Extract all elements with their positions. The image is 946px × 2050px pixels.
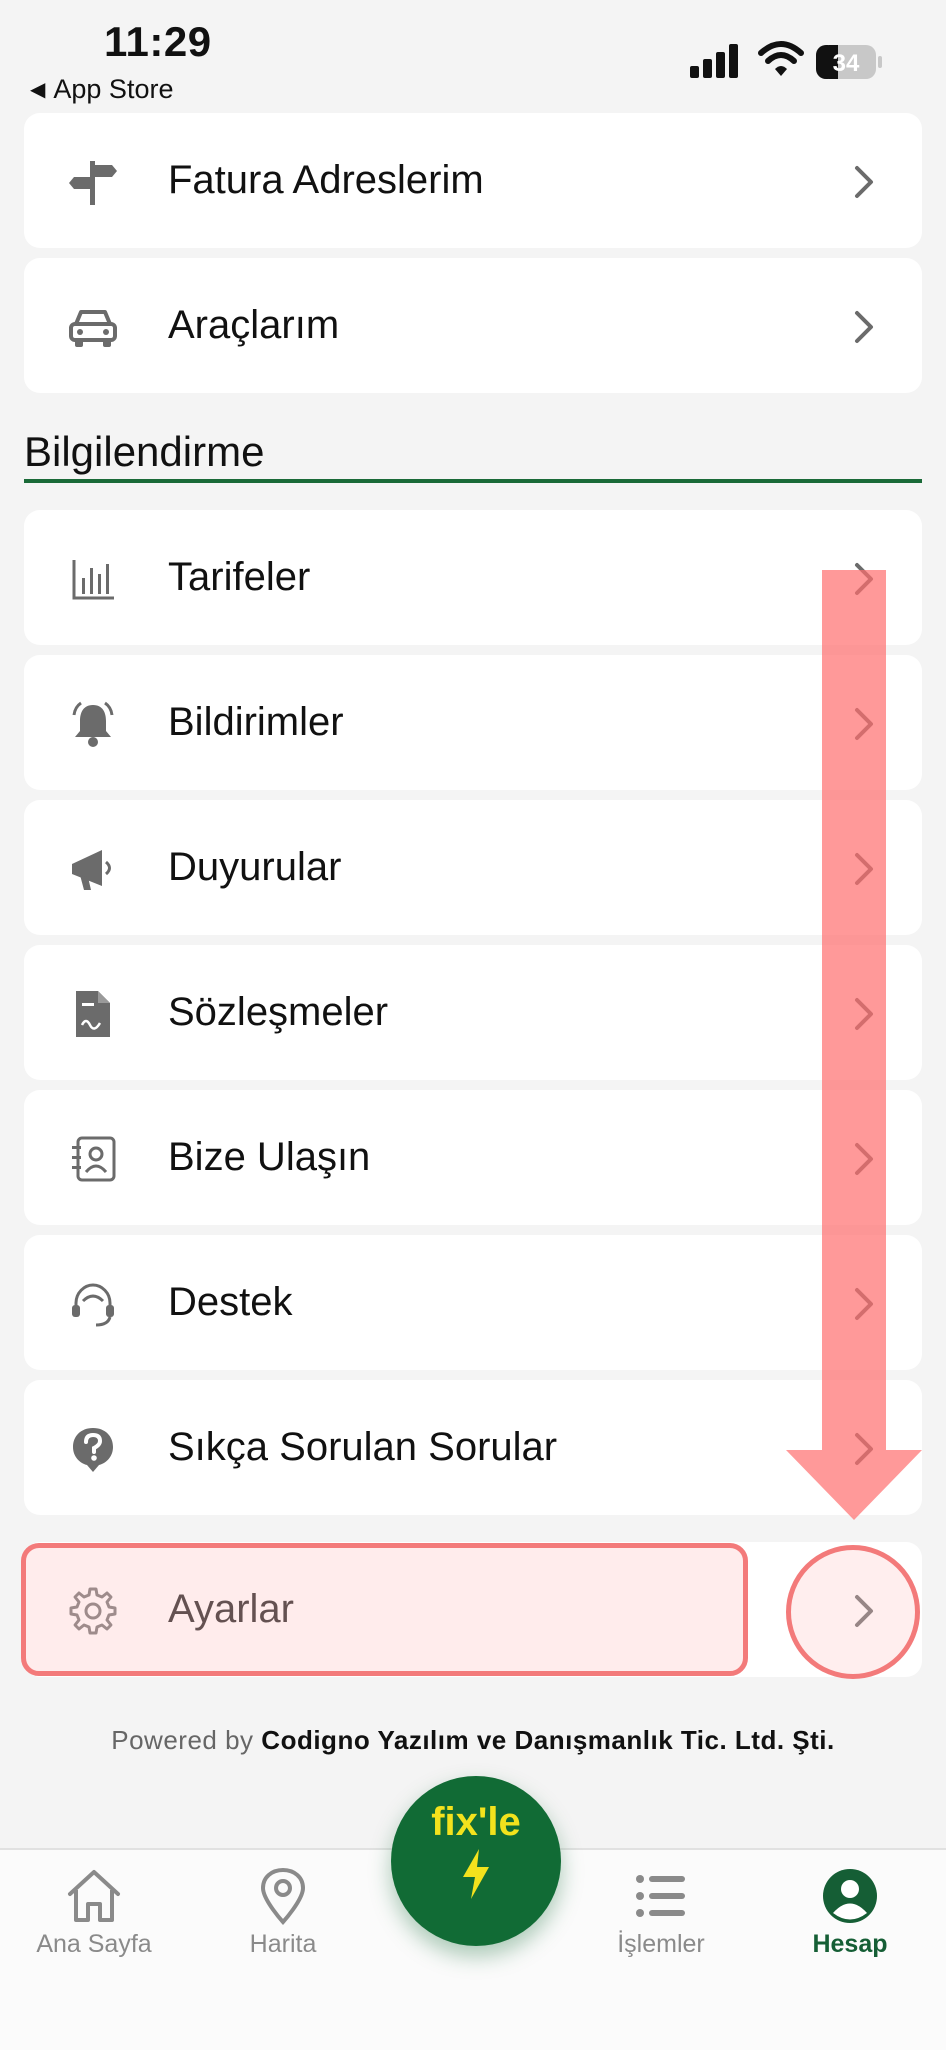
- powered-by-prefix: Powered by: [111, 1725, 254, 1755]
- menu-item-label: Sıkça Sorulan Sorular: [168, 1425, 558, 1469]
- section-divider: [24, 479, 922, 483]
- menu-item-label: Tarifeler: [168, 555, 311, 599]
- menu-item-label: Bildirimler: [168, 700, 344, 744]
- section-title: Bilgilendirme: [24, 428, 265, 475]
- tab-label: Ana Sayfa: [36, 1930, 152, 1958]
- bar-chart-icon: [72, 560, 114, 600]
- signpost-icon: [69, 161, 117, 205]
- menu-item-label: Destek: [168, 1280, 293, 1324]
- tab-map[interactable]: Harita: [193, 1866, 373, 1959]
- battery-icon: 34: [816, 45, 882, 79]
- tab-label: İşlemler: [617, 1930, 705, 1958]
- scroll-down-arrow-icon: [786, 570, 922, 1520]
- tab-label: Hesap: [812, 1930, 888, 1958]
- powered-by-footer: Powered by Codigno Yazılım ve Danışmanlı…: [0, 1725, 946, 1756]
- status-bar: 11:29 ◀ App Store 34: [0, 0, 946, 110]
- map-pin-icon: [260, 1867, 306, 1925]
- fixle-action-button[interactable]: fix'le: [391, 1776, 561, 1946]
- list-icon: [636, 1875, 685, 1917]
- menu-item-label: Bize Ulaşın: [168, 1135, 371, 1179]
- home-icon: [68, 1870, 120, 1922]
- tab-transactions[interactable]: İşlemler: [571, 1866, 751, 1959]
- bell-icon: [72, 701, 114, 747]
- question-icon: [73, 1428, 113, 1472]
- settings-highlight-box: [21, 1543, 748, 1676]
- tab-label: Harita: [249, 1930, 317, 1958]
- tab-account[interactable]: Hesap: [760, 1866, 940, 1959]
- car-icon: [69, 310, 117, 347]
- back-label: App Store: [53, 74, 174, 104]
- megaphone-icon: [72, 850, 111, 890]
- contact-card-icon: [72, 1136, 116, 1182]
- fab-label: fix'le: [431, 1800, 521, 1844]
- battery-indicator: 34: [815, 44, 885, 85]
- menu-item-label: Araçlarım: [168, 303, 340, 347]
- cellular-signal-icon: [690, 44, 738, 78]
- settings-chevron-highlight-circle: [786, 1545, 920, 1679]
- back-to-app-store[interactable]: ◀ App Store: [30, 74, 173, 105]
- menu-item-billing-addresses[interactable]: Fatura Adreslerim: [24, 113, 922, 248]
- menu-item-label: Duyurular: [168, 845, 342, 889]
- account-icon: [823, 1869, 877, 1923]
- battery-level: 34: [833, 50, 860, 77]
- status-time: 11:29: [104, 18, 212, 65]
- lightning-bolt-icon: [463, 1849, 489, 1899]
- menu-item-label: Fatura Adreslerim: [168, 158, 484, 202]
- back-arrow-icon: ◀: [30, 79, 46, 101]
- chevron-right-icon: [855, 166, 873, 198]
- chevron-right-icon: [855, 311, 873, 343]
- headset-icon: [72, 1283, 114, 1327]
- contract-icon: [76, 991, 110, 1037]
- menu-item-label: Sözleşmeler: [168, 990, 389, 1034]
- menu-item-my-vehicles[interactable]: Araçlarım: [24, 258, 922, 393]
- wifi-icon: [758, 41, 804, 76]
- company-name: Codigno Yazılım ve Danışmanlık Tic. Ltd.…: [261, 1725, 835, 1755]
- tab-home[interactable]: Ana Sayfa: [4, 1866, 184, 1959]
